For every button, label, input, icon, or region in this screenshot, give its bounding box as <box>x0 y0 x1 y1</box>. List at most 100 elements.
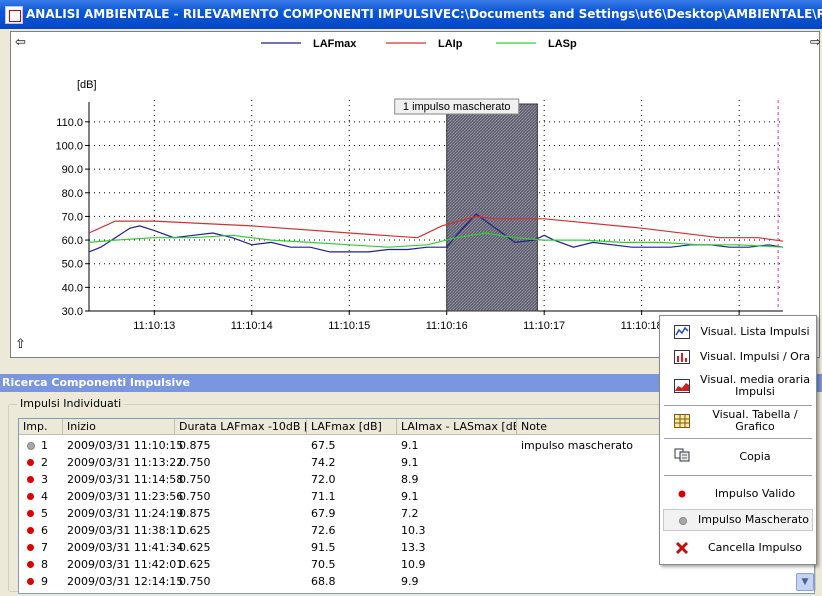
menu-item-impulsi-ora[interactable]: Visual. Impulsi / Ora <box>660 345 816 369</box>
cell-durata: 0.750 <box>179 490 211 503</box>
menu-item-impulso-valido[interactable]: Impulso Valido <box>660 482 816 506</box>
cell-inizio: 2009/03/31 11:10:15 <box>67 439 184 452</box>
y-axis-label: [dB] <box>77 79 97 91</box>
y-tick-label: 60.0 <box>62 235 83 247</box>
valid-impulse-icon <box>27 561 34 568</box>
masked-region <box>446 103 538 312</box>
x-tick-label: 11:10:13 <box>133 320 175 332</box>
cell-imp: 5 <box>41 507 48 520</box>
cell-diff: 9.9 <box>401 575 419 588</box>
cell-durata: 0.625 <box>179 558 211 571</box>
menu-item-lista-impulsi[interactable]: Visual. Lista Impulsi <box>660 320 816 344</box>
cell-inizio: 2009/03/31 11:24:19 <box>67 507 184 520</box>
x-tick-label: 11:10:15 <box>328 320 370 332</box>
valid-impulse-icon <box>27 493 34 500</box>
menu-separator <box>664 405 812 406</box>
cell-lafmax: 74.2 <box>311 456 336 469</box>
title-bar[interactable]: ANALISI AMBIENTALE - RILEVAMENTO COMPONE… <box>0 0 822 29</box>
list-chart-icon <box>674 325 690 339</box>
cell-diff: 8.9 <box>401 473 419 486</box>
red-dot-icon <box>678 490 686 498</box>
cell-inizio: 2009/03/31 11:14:58 <box>67 473 184 486</box>
cell-diff: 9.1 <box>401 439 419 452</box>
cell-imp: 3 <box>41 473 48 486</box>
cell-lafmax: 91.5 <box>311 541 336 554</box>
x-tick-label: 11:10:16 <box>426 320 468 332</box>
column-header[interactable]: Durata LAFmax -10dB [s] <box>175 419 307 435</box>
cell-durata: 0.750 <box>179 473 211 486</box>
chart-panel: ⇦ ⇨ ⇧ 30.0 40.0 50.0 60.0 70.0 80.0 90.0 100.0 1… <box>10 31 821 358</box>
x-tick-label: 11:10:17 <box>523 320 565 332</box>
cell-imp: 2 <box>41 456 48 469</box>
cell-durata: 0.750 <box>179 575 211 588</box>
valid-impulse-icon <box>27 578 34 585</box>
cell-diff: 10.9 <box>401 558 426 571</box>
scroll-down-button[interactable]: ▼ <box>796 573 814 591</box>
legend-label-laip: LAIp <box>438 38 463 50</box>
cell-durata: 0.750 <box>179 456 211 469</box>
masked-impulse-icon <box>27 442 35 450</box>
valid-impulse-icon <box>27 544 34 551</box>
cell-lafmax: 71.1 <box>311 490 336 503</box>
cell-imp: 7 <box>41 541 48 554</box>
cell-diff: 9.1 <box>401 456 419 469</box>
menu-item-cancella-impulso[interactable]: Cancella Impulso <box>660 536 816 560</box>
table-icon <box>674 414 690 428</box>
valid-impulse-icon <box>27 510 34 517</box>
cell-diff: 9.1 <box>401 490 419 503</box>
cell-lafmax: 67.5 <box>311 439 336 452</box>
bar-chart-icon <box>674 350 690 364</box>
cell-inizio: 2009/03/31 12:14:15 <box>67 575 184 588</box>
cell-durata: 0.875 <box>179 439 211 452</box>
cell-diff: 13.3 <box>401 541 426 554</box>
menu-separator <box>664 475 812 476</box>
context-menu[interactable]: Visual. Lista Impulsi Visual. Impulsi / … <box>659 315 817 565</box>
cell-durata: 0.625 <box>179 541 211 554</box>
menu-item-impulso-mascherato[interactable]: Impulso Mascherato <box>663 509 813 531</box>
column-header[interactable]: Inizio <box>63 419 175 435</box>
y-tick-label: 100.0 <box>55 140 83 152</box>
cell-imp: 6 <box>41 524 48 537</box>
y-tick-label: 80.0 <box>62 188 83 200</box>
x-tick-label: 11:10:18 <box>621 320 663 332</box>
cell-durata: 0.625 <box>179 524 211 537</box>
groupbox-label: Impulsi Individuati <box>17 397 125 410</box>
cell-diff: 10.3 <box>401 524 426 537</box>
cell-inizio: 2009/03/31 11:42:01 <box>67 558 184 571</box>
column-header[interactable]: Imp. <box>19 419 63 435</box>
y-tick-label: 50.0 <box>62 259 83 271</box>
valid-impulse-icon <box>27 476 34 483</box>
y-tick-label: 110.0 <box>56 117 83 129</box>
delete-x-icon <box>675 541 689 555</box>
legend-label-lasp: LASp <box>548 38 577 50</box>
cell-durata: 0.875 <box>179 507 211 520</box>
menu-item-media-oraria[interactable]: Visual. media oraria Impulsi <box>660 370 816 402</box>
valid-impulse-icon <box>27 459 34 466</box>
copy-icon <box>674 448 690 462</box>
cell-note: impulso mascherato <box>521 439 634 452</box>
legend-label-lafmax: LAFmax <box>313 38 357 50</box>
valid-impulse-icon <box>27 527 34 534</box>
y-tick-label: 90.0 <box>62 164 83 176</box>
cell-lafmax: 67.9 <box>311 507 336 520</box>
table-row[interactable]: 9 2009/03/31 12:14:15 0.750 68.8 9.9 <box>19 573 814 590</box>
window-title: ANALISI AMBIENTALE - RILEVAMENTO COMPONE… <box>26 7 822 21</box>
cell-imp: 9 <box>41 575 48 588</box>
column-header[interactable]: LAImax - LASmax [dB] <box>397 419 517 435</box>
column-header[interactable]: LAFmax [dB] <box>307 419 397 435</box>
gray-dot-icon <box>679 517 687 525</box>
cell-inizio: 2009/03/31 11:41:34 <box>67 541 184 554</box>
x-tick-label: 11:10:14 <box>231 320 273 332</box>
masked-region-label: 1 impulso mascherato <box>403 101 511 113</box>
cell-inizio: 2009/03/31 11:23:56 <box>67 490 184 503</box>
cell-lafmax: 68.8 <box>311 575 336 588</box>
y-tick-label: 70.0 <box>62 211 83 223</box>
menu-item-copia[interactable]: Copia <box>660 442 816 472</box>
cell-imp: 4 <box>41 490 48 503</box>
cell-imp: 1 <box>41 439 48 452</box>
cell-lafmax: 72.6 <box>311 524 336 537</box>
cell-lafmax: 70.5 <box>311 558 336 571</box>
menu-item-tabella-grafico[interactable]: Visual. Tabella / Grafico <box>660 409 816 433</box>
app-icon <box>5 6 23 24</box>
chart-svg[interactable]: 30.0 40.0 50.0 60.0 70.0 80.0 90.0 100.0 110.0 11… <box>11 32 819 357</box>
